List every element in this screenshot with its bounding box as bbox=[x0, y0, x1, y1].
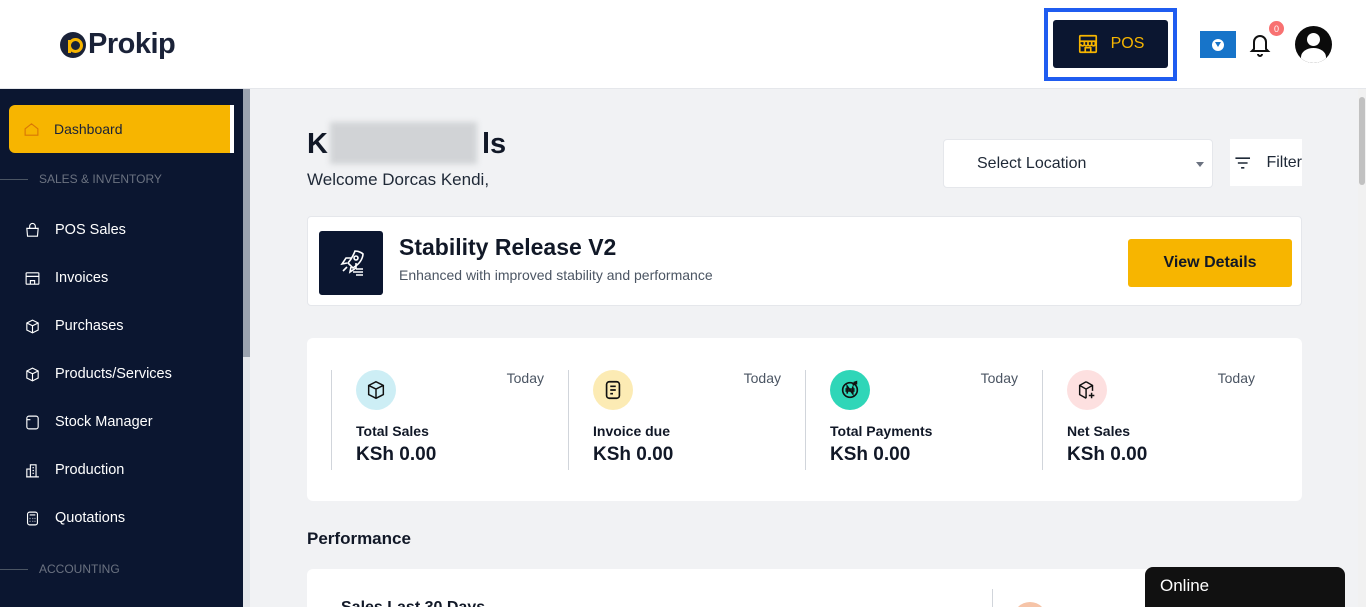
prokip-logo[interactable]: Prokip bbox=[60, 28, 176, 61]
chevron-down-icon bbox=[1196, 162, 1204, 167]
stat-period: Today bbox=[980, 370, 1018, 386]
release-title: Stability Release V2 bbox=[399, 234, 617, 260]
sidebar-item-label: Stock Manager bbox=[55, 414, 153, 430]
redacted-business-name bbox=[330, 122, 477, 164]
user-icon bbox=[1307, 33, 1320, 46]
download-icon bbox=[1212, 38, 1224, 51]
filter-label: Filter bbox=[1266, 153, 1302, 171]
stock-icon bbox=[26, 415, 39, 429]
page-scroll-thumb[interactable] bbox=[1359, 97, 1365, 185]
logo-text: Prokip bbox=[88, 28, 176, 60]
stats-card: Today Total Sales KSh 0.00 Today Invoice… bbox=[307, 338, 1302, 501]
view-details-button[interactable]: View Details bbox=[1128, 239, 1292, 287]
prokip-logo-icon bbox=[60, 31, 86, 58]
pos-button-label: POS bbox=[1110, 35, 1145, 52]
section-label: SALES & INVENTORY bbox=[39, 172, 162, 186]
sidebar-item-pos-sales[interactable]: POS Sales bbox=[24, 218, 234, 242]
sidebar-item-invoices[interactable]: Invoices bbox=[24, 266, 234, 290]
calculator-icon bbox=[26, 511, 39, 525]
welcome-message: Welcome Dorcas Kendi, bbox=[307, 170, 490, 189]
bag-icon bbox=[26, 222, 39, 237]
store-icon bbox=[25, 271, 40, 285]
location-select[interactable]: Select Location bbox=[943, 139, 1213, 188]
sidebar-item-quotations[interactable]: Quotations bbox=[24, 506, 234, 530]
sidebar-item-dashboard[interactable]: Dashboard bbox=[9, 105, 234, 153]
sidebar-item-production[interactable]: Production bbox=[24, 458, 234, 482]
stat-label: Total Payments bbox=[830, 423, 933, 439]
stat-total-sales[interactable]: Today Total Sales KSh 0.00 bbox=[331, 370, 568, 470]
chat-widget[interactable]: Online bbox=[1145, 567, 1345, 607]
release-subtitle: Enhanced with improved stability and per… bbox=[399, 267, 713, 283]
sidebar-item-products-services[interactable]: Products/Services bbox=[24, 362, 234, 386]
cube-icon bbox=[356, 370, 396, 410]
stat-net-sales[interactable]: Today Net Sales KSh 0.00 bbox=[1042, 370, 1279, 470]
box-icon bbox=[26, 318, 39, 334]
download-button[interactable] bbox=[1200, 31, 1236, 58]
stat-value: KSh 0.00 bbox=[830, 444, 911, 465]
bell-icon[interactable] bbox=[1248, 30, 1272, 58]
stat-value: KSh 0.00 bbox=[593, 444, 674, 465]
home-icon bbox=[24, 122, 39, 136]
sidebar-item-label: Quotations bbox=[55, 510, 126, 526]
filter-icon bbox=[1235, 156, 1251, 169]
sidebar-item-label: Purchases bbox=[55, 318, 124, 334]
notification-badge: 0 bbox=[1269, 21, 1284, 36]
stat-period: Today bbox=[506, 370, 544, 386]
section-sales-inventory: SALES & INVENTORY bbox=[0, 171, 243, 187]
stat-period: Today bbox=[1217, 370, 1255, 386]
performance-icon bbox=[1013, 602, 1047, 607]
sidebar: Dashboard SALES & INVENTORY POS Sales In… bbox=[0, 89, 243, 607]
cube-icon bbox=[26, 366, 39, 382]
store-icon bbox=[1078, 34, 1097, 54]
factory-icon bbox=[26, 463, 39, 477]
sidebar-item-purchases[interactable]: Purchases bbox=[24, 314, 234, 338]
stat-label: Net Sales bbox=[1067, 423, 1131, 439]
sidebar-scroll-thumb[interactable] bbox=[243, 89, 250, 357]
stat-period: Today bbox=[743, 370, 781, 386]
stat-value: KSh 0.00 bbox=[1067, 444, 1148, 465]
stat-value: KSh 0.00 bbox=[356, 444, 437, 465]
rocket-icon bbox=[319, 231, 383, 295]
release-banner: Stability Release V2 Enhanced with impro… bbox=[307, 216, 1302, 306]
section-accounting: ACCOUNTING bbox=[0, 561, 243, 577]
invoice-icon bbox=[593, 370, 633, 410]
sidebar-scrollbar[interactable] bbox=[243, 89, 250, 607]
sidebar-item-label: Products/Services bbox=[55, 366, 172, 382]
stat-total-payments[interactable]: Today Total Payments KSh 0.00 bbox=[805, 370, 1042, 470]
avatar[interactable] bbox=[1295, 26, 1332, 63]
filter-button[interactable]: Filter bbox=[1230, 139, 1302, 186]
sidebar-item-label: POS Sales bbox=[55, 222, 126, 238]
top-bar: Prokip POS 0 bbox=[0, 0, 1366, 89]
pos-button[interactable]: POS bbox=[1053, 20, 1168, 68]
page-scrollbar[interactable] bbox=[1358, 89, 1366, 607]
sidebar-item-stock-manager[interactable]: Stock Manager bbox=[24, 410, 234, 434]
stat-label: Total Sales bbox=[356, 423, 429, 439]
sidebar-item-label: Invoices bbox=[55, 270, 109, 286]
sidebar-item-label: Production bbox=[55, 462, 125, 478]
payment-icon bbox=[830, 370, 870, 410]
stat-label: Invoice due bbox=[593, 423, 671, 439]
section-label: ACCOUNTING bbox=[39, 562, 120, 576]
sidebar-item-label: Dashboard bbox=[54, 121, 123, 137]
box-plus-icon bbox=[1067, 370, 1107, 410]
performance-heading: Performance bbox=[307, 529, 411, 548]
performance-card-title: Sales Last 30 Days bbox=[341, 599, 485, 607]
stat-invoice-due[interactable]: Today Invoice due KSh 0.00 bbox=[568, 370, 805, 470]
location-select-label: Select Location bbox=[977, 154, 1087, 172]
